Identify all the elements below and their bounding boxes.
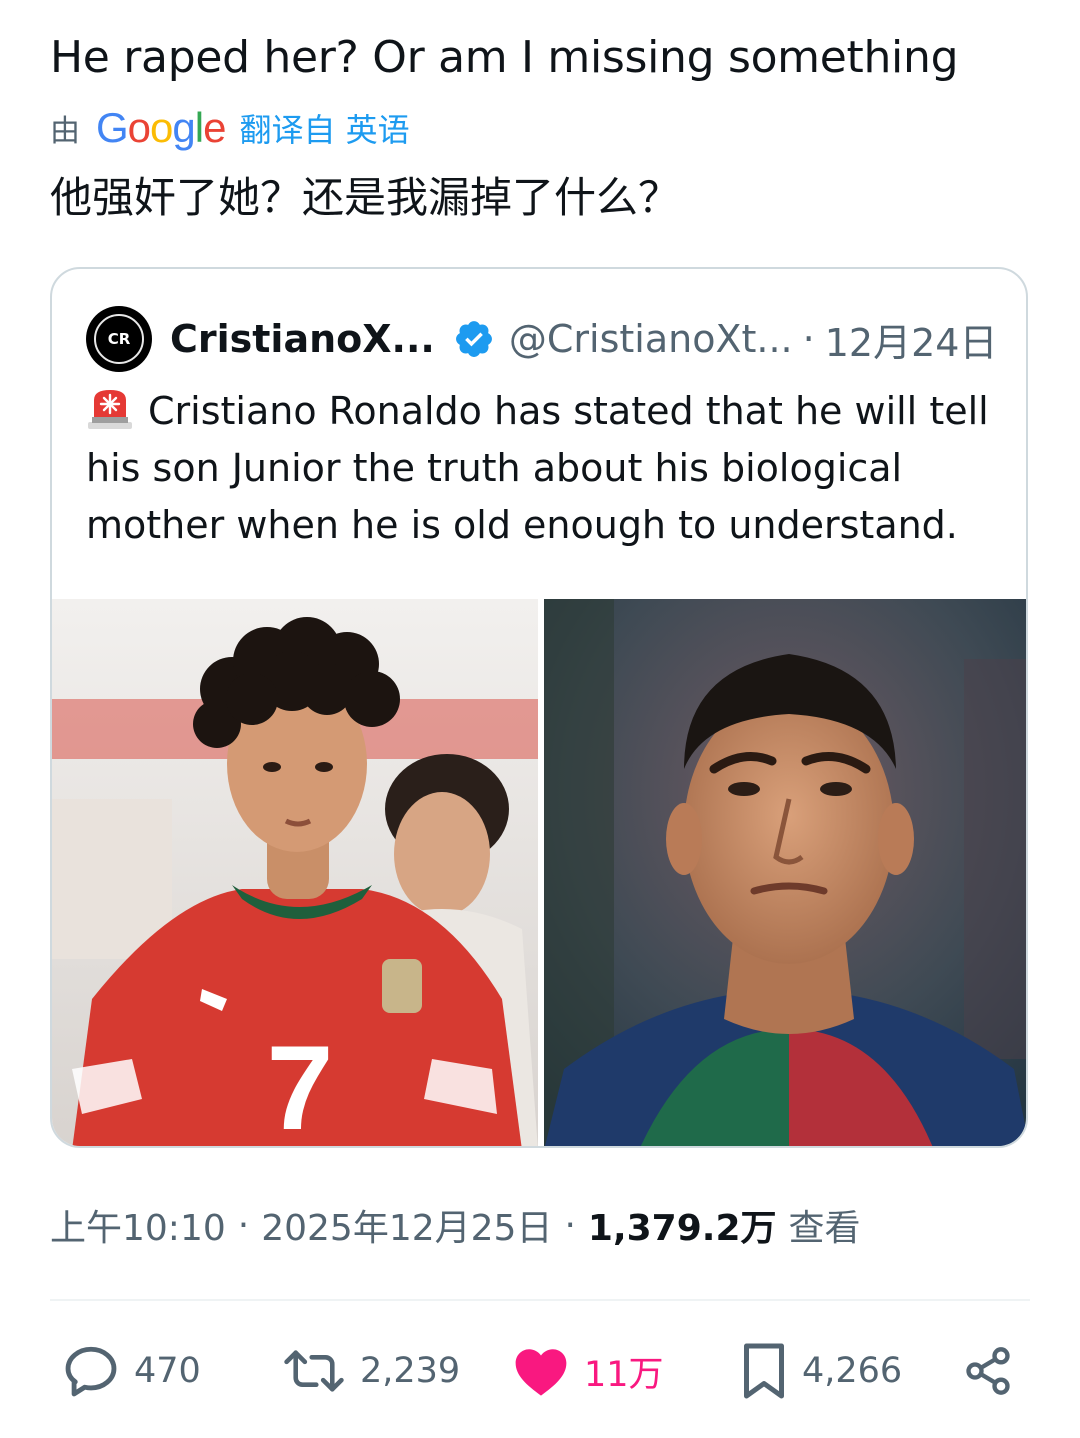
photo-ronaldo-illustration (544, 599, 1026, 1146)
photo-ronaldo[interactable] (544, 599, 1026, 1146)
google-logo: Google (96, 104, 226, 151)
quoted-tweet-card[interactable]: CR CristianoX... @CristianoXt... · 12月24… (50, 267, 1028, 1148)
separator-dot: · (802, 317, 815, 361)
translation-source-link[interactable]: 翻译自 英语 (239, 105, 409, 151)
reply-count: 470 (134, 1351, 201, 1391)
quoted-tweet-header: CR CristianoX... @CristianoXt... · 12月24… (86, 306, 998, 372)
quoted-author-handle[interactable]: @CristianoXt... (509, 317, 793, 361)
tweet-text: He raped her? Or am I missing something (50, 32, 959, 83)
quoted-tweet-date[interactable]: 12月24日 (825, 312, 998, 367)
tweet-time[interactable]: 上午10:10 (50, 1199, 226, 1251)
bookmark-count: 4,266 (802, 1351, 903, 1391)
translation-attribution: 由 Google 翻译自 英语 (50, 104, 410, 152)
jersey-number: 7 (267, 1021, 334, 1148)
bookmark-button[interactable]: 4,266 (740, 1336, 902, 1406)
meta-separator: · (564, 1204, 576, 1246)
photo-junior-illustration: 7 (52, 599, 538, 1148)
meta-separator: · (237, 1204, 250, 1246)
avatar[interactable]: CR (86, 306, 152, 372)
action-bar: 470 2,239 11万 4,266 (0, 1336, 1080, 1406)
tweet-meta: 上午10:10 · 2025年12月25日 · 1,379.2万 查看 (50, 1198, 861, 1252)
translated-text: 他强奸了她？还是我漏掉了什么？ (50, 173, 681, 222)
heart-icon (515, 1349, 567, 1396)
repost-count: 2,239 (360, 1351, 461, 1391)
share-icon (966, 1347, 1010, 1395)
avatar-logo: CR (94, 314, 144, 364)
views-label: 查看 (788, 1208, 861, 1249)
translated-by-label: 由 (50, 114, 80, 149)
bookmark-icon (744, 1343, 784, 1399)
siren-emoji-icon (88, 390, 132, 429)
divider (50, 1299, 1030, 1301)
view-count[interactable]: 1,379.2万 (588, 1199, 777, 1251)
tweet-date[interactable]: 2025年12月25日 (261, 1199, 552, 1251)
repost-button[interactable]: 2,239 (282, 1336, 460, 1406)
quoted-tweet-text: Cristiano Ronaldo has stated that he wil… (86, 389, 989, 547)
like-count: 11万 (584, 1354, 664, 1395)
photo-junior[interactable]: 7 (52, 599, 538, 1148)
reply-button[interactable]: 470 (62, 1336, 201, 1406)
verified-badge-icon (455, 321, 492, 357)
reply-icon (65, 1346, 117, 1397)
quoted-tweet-body: Cristiano Ronaldo has stated that he wil… (86, 383, 1006, 554)
quoted-author-name[interactable]: CristianoX... (170, 317, 435, 361)
share-button[interactable] (962, 1336, 1028, 1406)
repost-icon (284, 1350, 344, 1392)
like-button[interactable]: 11万 (512, 1336, 664, 1406)
